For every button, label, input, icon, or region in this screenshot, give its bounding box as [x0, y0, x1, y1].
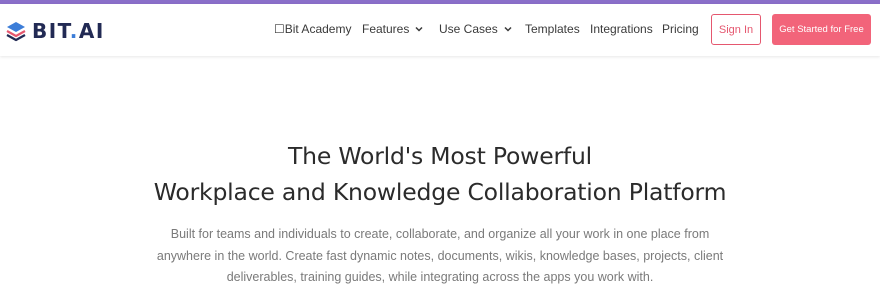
- get-started-button[interactable]: Get Started for Free: [772, 14, 871, 45]
- nav-item-templates[interactable]: Templates: [525, 22, 580, 36]
- nav-item-features[interactable]: Features: [362, 22, 424, 36]
- nav-item-bit-academy[interactable]: ☐Bit Academy: [274, 22, 351, 36]
- hero-title-line: The World's Most Powerful: [287, 142, 593, 170]
- nav-item-label: Integrations: [590, 22, 653, 36]
- hero-title-line: Workplace and Knowledge Collaboration Pl…: [153, 178, 727, 206]
- brand-logo[interactable]: BIT.AI: [5, 18, 105, 44]
- chevron-down-icon: [504, 26, 512, 32]
- hero-subtitle-line: deliverables, training guides, while int…: [226, 270, 654, 284]
- logo-name: BIT: [32, 19, 70, 43]
- nav-item-label: Templates: [525, 22, 580, 36]
- nav-item-label: Pricing: [662, 22, 699, 36]
- nav-item-label: ☐Bit Academy: [274, 22, 352, 36]
- hero-subtitle: Built for teams and individuals to creat…: [0, 224, 880, 289]
- hero-title: The World's Most Powerful Workplace and …: [0, 138, 880, 210]
- stacked-layers-icon: [6, 22, 26, 42]
- nav-item-use-cases[interactable]: Use Cases: [439, 22, 513, 36]
- chevron-down-icon: [415, 26, 423, 32]
- hero-subtitle-line: Built for teams and individuals to creat…: [170, 227, 710, 241]
- sign-in-label: Sign In: [718, 23, 754, 36]
- site-header: BIT.AI ☐Bit Academy Features Use Cases T…: [0, 4, 880, 56]
- logo-dot: .: [69, 19, 79, 43]
- nav-item-label: Features: [362, 22, 410, 36]
- nav-item-pricing[interactable]: Pricing: [662, 22, 699, 36]
- nav-item-label: Use Cases: [439, 22, 498, 36]
- hero-subtitle-line: anywhere in the world. Create fast dynam…: [156, 248, 724, 263]
- logo-wordmark: BIT.AI: [32, 19, 105, 43]
- nav-item-integrations[interactable]: Integrations: [590, 22, 653, 36]
- logo-suffix: AI: [78, 19, 105, 43]
- sign-in-button[interactable]: Sign In: [711, 14, 761, 45]
- get-started-label: Get Started for Free: [779, 24, 864, 35]
